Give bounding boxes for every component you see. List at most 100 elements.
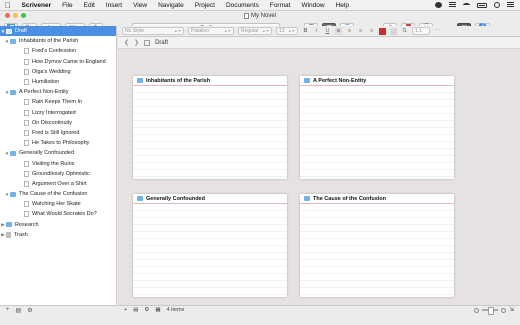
menu-app[interactable]: Scrivener	[16, 2, 57, 9]
font-size-value: 13	[279, 28, 285, 34]
underline-button[interactable]: U	[324, 27, 331, 35]
line-spacing-select[interactable]: 1.1	[412, 27, 430, 35]
apple-icon[interactable]: 	[0, 1, 16, 10]
resize-icon[interactable]: ⇲	[509, 307, 514, 313]
plus-icon[interactable]: +	[6, 307, 10, 313]
binder-item-scene[interactable]: He Takes to Philosophy	[0, 138, 116, 148]
folder-icon	[137, 196, 143, 201]
close-window-button[interactable]	[5, 13, 10, 18]
binder-item-label: Generally Confounded	[19, 150, 75, 157]
menu-format[interactable]: Format	[264, 2, 296, 9]
binder-item-trash[interactable]: ▶ Trash	[0, 230, 116, 240]
italic-button[interactable]: I	[313, 27, 320, 35]
add-folder-icon[interactable]: ▤	[133, 307, 138, 313]
binder-item-scene[interactable]: Humiliation	[0, 77, 116, 87]
binder-item-scene[interactable]: Groundlessly Optimistic	[0, 169, 116, 179]
line-spacing-icon[interactable]: ⇅	[401, 27, 408, 35]
binder-item-label: He Takes to Philosophy	[32, 140, 90, 147]
battery-icon[interactable]	[477, 2, 487, 8]
plus-icon[interactable]: +	[124, 307, 127, 313]
font-size-select[interactable]: 13 ▲▼	[276, 27, 298, 35]
index-card[interactable]: Inhabitants of the Parish	[133, 76, 287, 179]
align-left-icon[interactable]: ≡	[335, 27, 342, 35]
binder-item-scene[interactable]: Visiting the Ruins	[0, 158, 116, 168]
stack-icon[interactable]	[449, 2, 456, 8]
page-icon	[24, 201, 29, 208]
binder-item-scene[interactable]: Fred's Confession	[0, 46, 116, 56]
index-card-title: Inhabitants of the Parish	[133, 76, 287, 86]
gear-icon[interactable]: ⚙	[27, 307, 32, 314]
font-select[interactable]: Palatino ▲▼	[188, 27, 234, 35]
index-card-title: The Cause of the Confusion	[300, 194, 454, 204]
gear-icon[interactable]: ⚙	[144, 307, 149, 313]
style-select[interactable]: No Style ▲▼	[122, 27, 184, 35]
folder-icon	[10, 150, 16, 156]
menu-navigate[interactable]: Navigate	[153, 2, 190, 9]
binder-item-scene[interactable]: Argument Over a Shirt	[0, 179, 116, 189]
binder-item-scene[interactable]: Fred is Still Ignored	[0, 128, 116, 138]
index-card-title-text: A Perfect Non-Entity	[313, 77, 367, 84]
menu-project[interactable]: Project	[189, 2, 220, 9]
menu-insert[interactable]: Insert	[100, 2, 127, 9]
notification-center-icon[interactable]	[507, 2, 514, 8]
highlight-color-swatch[interactable]	[390, 27, 397, 35]
time-machine-icon[interactable]	[435, 2, 442, 8]
binder-item-label: Fred is Still Ignored	[32, 129, 80, 136]
align-center-icon[interactable]: ≡	[346, 27, 353, 35]
zoom-slider[interactable]	[482, 307, 499, 315]
binder-item-scene[interactable]: Lizzy Interrogated	[0, 108, 116, 118]
binder-item-label: Humiliation	[32, 79, 60, 86]
binder-item-chapter[interactable]: ▼ Inhabitants of the Parish	[0, 36, 116, 46]
align-justify-icon[interactable]: ≡	[368, 27, 375, 35]
menu-bar:  Scrivener File Edit Insert View Naviga…	[0, 0, 520, 11]
binder-item-chapter[interactable]: ▼ A Perfect Non-Entity	[0, 87, 116, 97]
menu-documents[interactable]: Documents	[220, 2, 264, 9]
list-icon[interactable]: ⋯	[434, 27, 441, 35]
index-card-synopsis[interactable]	[133, 86, 287, 179]
menu-window[interactable]: Window	[296, 2, 330, 9]
font-select-value: Palatino	[191, 28, 210, 34]
binder-item-chapter[interactable]: ▼ The Cause of the Confusion	[0, 189, 116, 199]
index-card-synopsis[interactable]	[133, 204, 287, 297]
forward-arrow-icon[interactable]: ❯	[134, 39, 139, 46]
align-right-icon[interactable]: ≡	[357, 27, 364, 35]
binder-item-draft[interactable]: ▼ Draft	[0, 26, 116, 37]
binder-item-scene[interactable]: Olga's Wedding	[0, 67, 116, 77]
spotlight-search-icon[interactable]	[494, 2, 500, 8]
zoom-window-button[interactable]	[21, 13, 26, 18]
menu-file[interactable]: File	[57, 2, 78, 9]
binder-item-scene[interactable]: What Would Socrates Do?	[0, 209, 116, 219]
bold-button[interactable]: B	[302, 27, 309, 35]
page-icon	[24, 160, 29, 167]
binder-item-label: On Discontinuity	[32, 119, 73, 126]
index-card-synopsis[interactable]	[300, 86, 454, 179]
binder-item-scene[interactable]: How Dymov Came to England	[0, 57, 116, 67]
menu-edit[interactable]: Edit	[78, 2, 100, 9]
binder-item-label: Trash	[14, 231, 28, 238]
text-color-swatch[interactable]	[379, 27, 386, 35]
menu-view[interactable]: View	[128, 2, 153, 9]
menu-help[interactable]: Help	[330, 2, 354, 9]
back-arrow-icon[interactable]: ❮	[124, 39, 129, 46]
binder-item-research[interactable]: ▶ Research	[0, 220, 116, 230]
binder-item-chapter[interactable]: ▼ Generally Confounded	[0, 148, 116, 158]
index-card[interactable]: A Perfect Non-Entity	[300, 76, 454, 179]
zoom-out-icon[interactable]	[474, 307, 480, 313]
index-card-synopsis[interactable]	[300, 204, 454, 297]
zoom-in-icon[interactable]	[501, 307, 507, 313]
folder-icon	[304, 78, 310, 83]
index-card[interactable]: The Cause of the Confusion	[300, 194, 454, 297]
minimize-window-button[interactable]	[13, 13, 18, 18]
index-card[interactable]: Generally Confounded	[133, 194, 287, 297]
wifi-icon[interactable]	[463, 3, 470, 7]
trash-icon	[6, 231, 11, 238]
add-folder-icon[interactable]: ▤	[16, 307, 22, 314]
binder-item-scene[interactable]: On Discontinuity	[0, 118, 116, 128]
binder: ▼ Draft ▼ Inhabitants of the Parish Fred…	[0, 26, 117, 305]
grid-icon[interactable]: ▦	[155, 307, 160, 313]
corkboard-header-icon	[144, 39, 151, 46]
page-icon	[24, 180, 29, 187]
binder-item-scene[interactable]: Watching Her Skate	[0, 199, 116, 209]
font-weight-select[interactable]: Regular ▲▼	[238, 27, 272, 35]
binder-item-scene[interactable]: Rain Keeps Them In	[0, 97, 116, 107]
